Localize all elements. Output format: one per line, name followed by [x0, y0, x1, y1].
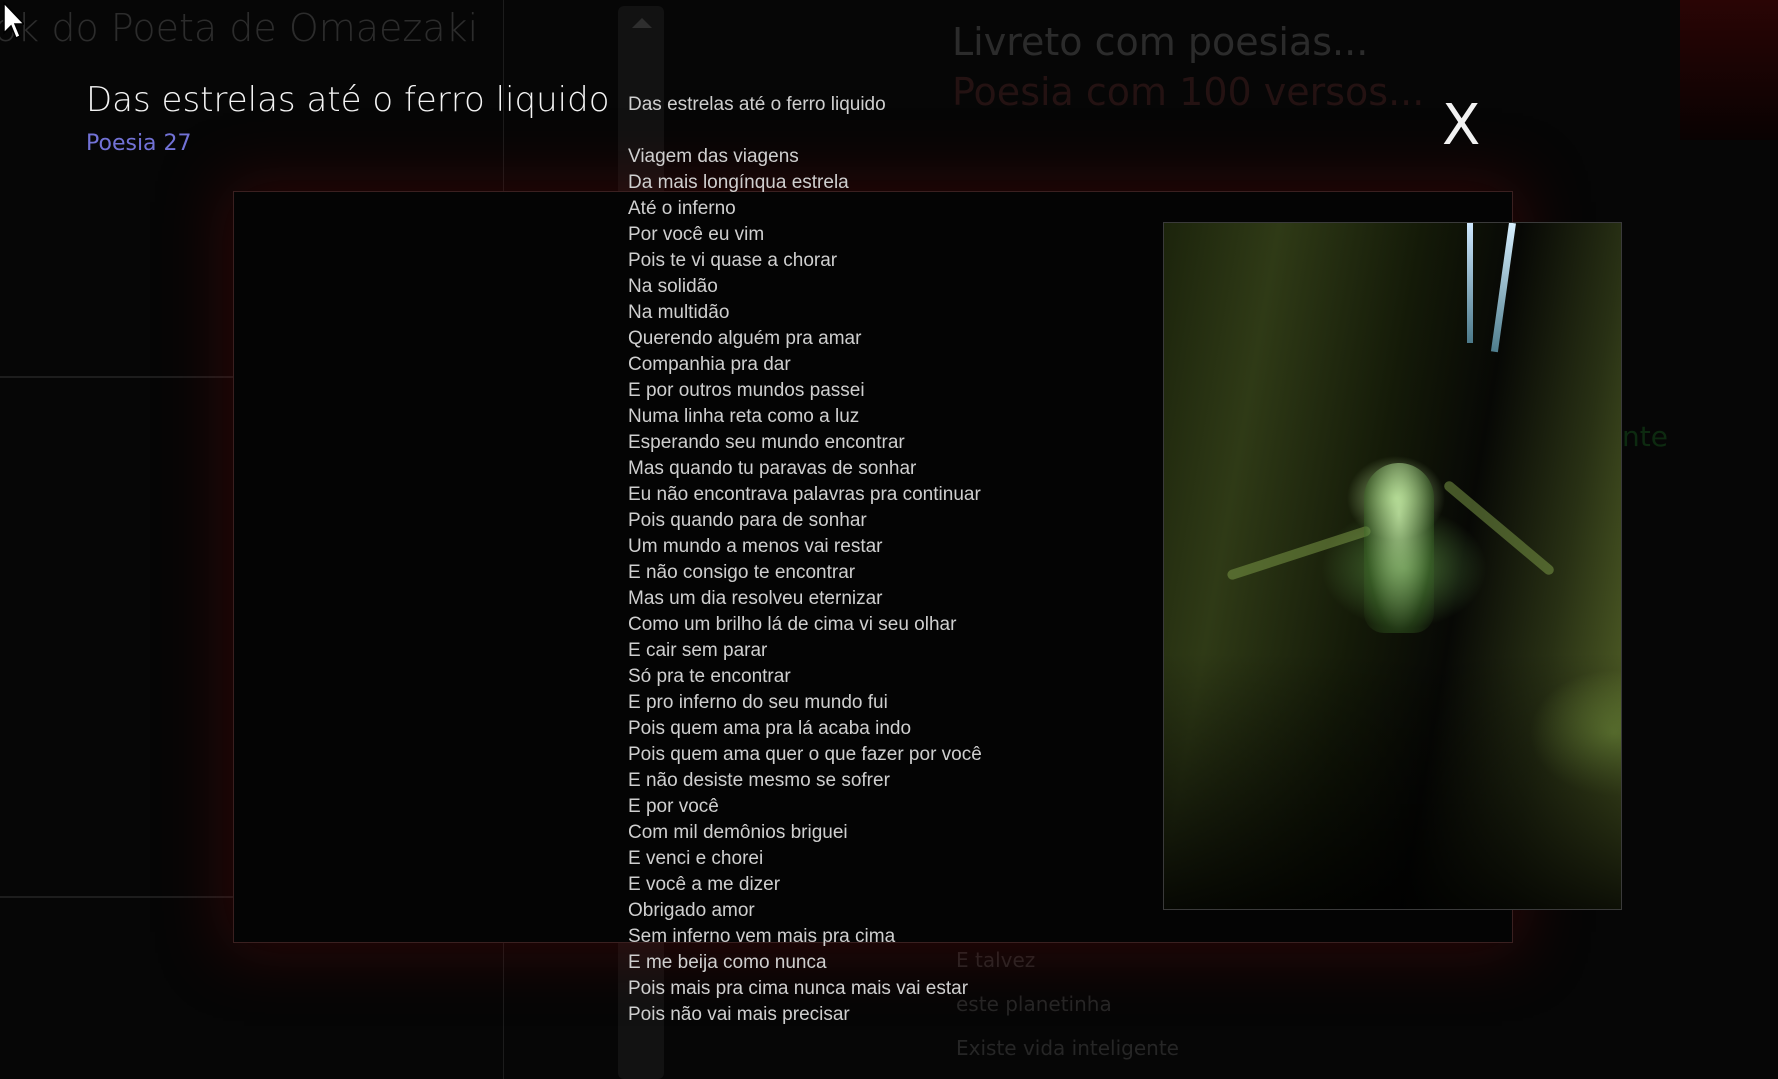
- poem-line: E venci e chorei: [628, 848, 764, 869]
- background-heading-1: Livreto com poesias...: [952, 20, 1369, 64]
- poem-line: E pro inferno do seu mundo fui: [628, 692, 888, 713]
- poem-line: Viagem das viagens: [628, 146, 799, 167]
- background-list-item: Existe vida inteligente: [956, 1036, 1179, 1060]
- poem-line: Com mil demônios briguei: [628, 822, 848, 843]
- poem-line: E não consigo te encontrar: [628, 562, 856, 583]
- dialog-title: Das estrelas até o ferro liquido: [86, 80, 610, 120]
- poem-line: Esperando seu mundo encontrar: [628, 432, 905, 453]
- poem-line: Na multidão: [628, 302, 730, 323]
- poem-line: Até o inferno: [628, 198, 736, 219]
- mouse-cursor-icon: [3, 1, 24, 40]
- poem-line: E você a me dizer: [628, 874, 781, 895]
- background-red-banner: [1680, 0, 1778, 140]
- poem-line: Pois quando para de sonhar: [628, 510, 867, 531]
- background-green-word: nte: [1622, 420, 1668, 453]
- poem-line: Eu não encontrava palavras pra continuar: [628, 484, 981, 505]
- poem-line: Um mundo a menos vai restar: [628, 536, 883, 557]
- poem-line: Mas um dia resolveu eternizar: [628, 588, 883, 609]
- poem-line: E cair sem parar: [628, 640, 768, 661]
- poem-line: Mas quando tu paravas de sonhar: [628, 458, 917, 479]
- poem-line: Pois quem ama pra lá acaba indo: [628, 718, 912, 739]
- poem-line: E por outros mundos passei: [628, 380, 865, 401]
- poem-line: Por você eu vim: [628, 224, 765, 245]
- poem-line: Querendo alguém pra amar: [628, 328, 862, 349]
- poem-line: Só pra te encontrar: [628, 666, 791, 687]
- scroll-up-arrow-icon: [632, 18, 652, 28]
- poem-line: Como um brilho lá de cima vi seu olhar: [628, 614, 957, 635]
- poem-line: E por você: [628, 796, 719, 817]
- poem-line: Companhia pra dar: [628, 354, 791, 375]
- close-button[interactable]: X: [1442, 98, 1480, 154]
- poem-line: Obrigado amor: [628, 900, 755, 921]
- poem-line: Na solidão: [628, 276, 718, 297]
- background-page-title: ok do Poeta de Omaezaki: [0, 6, 479, 50]
- poem-line: E não desiste mesmo se sofrer: [628, 770, 890, 791]
- poem-line: Numa linha reta como a luz: [628, 406, 860, 427]
- poem-title: Das estrelas até o ferro liquido: [628, 94, 886, 115]
- poem-line: Pois te vi quase a chorar: [628, 250, 838, 271]
- poem-line: E me beija como nunca: [628, 952, 827, 973]
- poem-line: Sem inferno vem mais pra cima: [628, 926, 896, 947]
- poem-line: Pois mais pra cima nunca mais vai estar: [628, 978, 969, 999]
- poem-text: Das estrelas até o ferro liquido Viagem …: [628, 92, 1148, 1028]
- poem-lines: Viagem das viagens Da mais longínqua estr…: [628, 144, 1148, 1028]
- poem-line: Pois quem ama quer o que fazer por você: [628, 744, 982, 765]
- dialog-subtitle: Poesia 27: [86, 131, 192, 156]
- poem-line: Pois não vai mais precisar: [628, 1004, 850, 1025]
- poem-illustration: [1163, 222, 1622, 910]
- poem-line: Da mais longínqua estrela: [628, 172, 849, 193]
